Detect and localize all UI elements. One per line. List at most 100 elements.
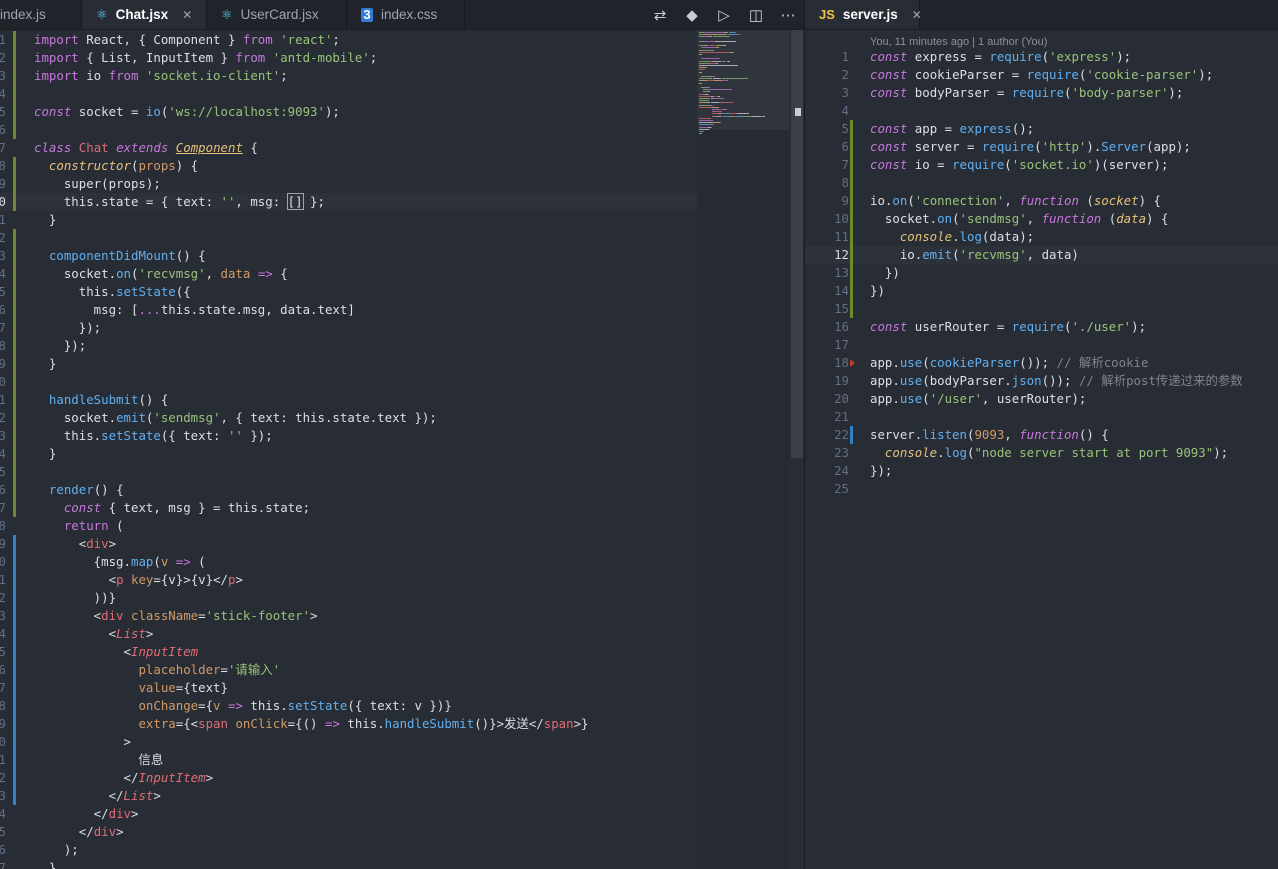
code-line[interactable]: 5 const app = express(); bbox=[805, 120, 1278, 138]
git-change-marker[interactable] bbox=[13, 49, 16, 67]
more-icon[interactable]: ⋯ bbox=[772, 6, 804, 24]
git-change-marker[interactable] bbox=[13, 175, 16, 193]
code-line[interactable]: 24}); bbox=[805, 462, 1278, 480]
git-change-marker[interactable] bbox=[850, 174, 853, 192]
minimap[interactable] bbox=[697, 30, 789, 869]
git-change-marker[interactable] bbox=[13, 283, 16, 301]
code-line[interactable]: 6 render() { bbox=[0, 481, 700, 499]
code-line[interactable]: 5 const socket = io('ws://localhost:9093'… bbox=[0, 103, 700, 121]
git-change-marker[interactable] bbox=[13, 391, 16, 409]
code-line[interactable]: 8 bbox=[805, 174, 1278, 192]
code-line[interactable]: 0 > bbox=[0, 733, 700, 751]
code-line[interactable]: 6 ); bbox=[0, 841, 700, 859]
run-icon[interactable]: ▷ bbox=[708, 6, 740, 24]
code-line[interactable]: 1 } bbox=[0, 211, 700, 229]
git-change-marker[interactable] bbox=[850, 228, 853, 246]
git-change-marker[interactable] bbox=[850, 300, 853, 318]
git-change-marker[interactable] bbox=[13, 787, 16, 805]
code-line[interactable]: 8 return ( bbox=[0, 517, 700, 535]
code-line[interactable]: 7 value={text} bbox=[0, 679, 700, 697]
git-change-marker[interactable] bbox=[13, 445, 16, 463]
code-line[interactable]: 16 const userRouter = require('./user'); bbox=[805, 318, 1278, 336]
code-area[interactable]: 1 const express = require('express'); 2 con… bbox=[805, 48, 1278, 498]
git-change-marker[interactable] bbox=[13, 625, 16, 643]
code-line[interactable]: 21 bbox=[805, 408, 1278, 426]
code-line[interactable]: 3 import io from 'socket.io-client'; bbox=[0, 67, 700, 85]
code-line[interactable]: 3 componentDidMount() { bbox=[0, 247, 700, 265]
git-change-marker[interactable] bbox=[13, 355, 16, 373]
code-line[interactable]: 12 io.emit('recvmsg', data) bbox=[805, 246, 1278, 264]
code-line[interactable]: 6 const server = require('http').Server(a… bbox=[805, 138, 1278, 156]
git-change-marker[interactable] bbox=[13, 769, 16, 787]
code-line[interactable]: 7 const io = require('socket.io')(server)… bbox=[805, 156, 1278, 174]
code-line[interactable]: 4 bbox=[0, 85, 700, 103]
vertical-scrollbar[interactable] bbox=[791, 30, 803, 458]
code-line[interactable]: 7 } bbox=[0, 859, 700, 869]
code-line[interactable]: 13 }) bbox=[805, 264, 1278, 282]
code-line[interactable]: 2 ))} bbox=[0, 589, 700, 607]
code-line[interactable]: 7 const { text, msg } = this.state; bbox=[0, 499, 700, 517]
code-line[interactable]: 22 server.listen(9093, function() { bbox=[805, 426, 1278, 444]
git-change-marker[interactable] bbox=[13, 679, 16, 697]
git-change-marker[interactable] bbox=[13, 643, 16, 661]
git-change-marker[interactable] bbox=[13, 85, 16, 103]
code-line[interactable]: 9 } bbox=[0, 355, 700, 373]
git-change-marker[interactable] bbox=[850, 264, 853, 282]
git-change-marker[interactable] bbox=[850, 210, 853, 228]
code-line[interactable]: 2 const cookieParser = require('cookie-pa… bbox=[805, 66, 1278, 84]
git-change-marker[interactable] bbox=[13, 697, 16, 715]
git-change-marker[interactable] bbox=[13, 589, 16, 607]
code-line[interactable]: 4 bbox=[805, 102, 1278, 120]
code-line[interactable]: 8 constructor(props) { bbox=[0, 157, 700, 175]
code-line[interactable]: 8 onChange={v => this.setState({ text: v… bbox=[0, 697, 700, 715]
code-line[interactable]: 5 this.setState({ bbox=[0, 283, 700, 301]
git-change-marker[interactable] bbox=[13, 715, 16, 733]
code-line[interactable]: 5 bbox=[0, 463, 700, 481]
code-line[interactable]: 18 app.use(cookieParser()); // 解析cookie bbox=[805, 354, 1278, 372]
code-line[interactable]: 9 <div> bbox=[0, 535, 700, 553]
code-line[interactable]: 11 console.log(data); bbox=[805, 228, 1278, 246]
code-line[interactable]: 1 <p key={v}>{v}</p> bbox=[0, 571, 700, 589]
code-line[interactable]: 2 </InputItem> bbox=[0, 769, 700, 787]
git-change-marker[interactable] bbox=[850, 426, 853, 444]
tab-usercard-jsx[interactable]: ⚛ UserCard.jsx bbox=[207, 0, 347, 29]
tab-server-js[interactable]: JS server.js ✕ bbox=[805, 0, 922, 29]
code-line[interactable]: 2 socket.emit('sendmsg', { text: this.st… bbox=[0, 409, 700, 427]
git-change-marker[interactable] bbox=[850, 138, 853, 156]
tab-index-css[interactable]: 3 index.css bbox=[347, 0, 465, 29]
git-change-marker[interactable] bbox=[13, 193, 16, 211]
code-line[interactable]: 4 } bbox=[0, 445, 700, 463]
code-line[interactable]: 9 io.on('connection', function (socket) { bbox=[805, 192, 1278, 210]
tab-index-js[interactable]: index.js bbox=[0, 0, 82, 29]
git-change-marker[interactable] bbox=[13, 463, 16, 481]
code-line[interactable]: 9 super(props); bbox=[0, 175, 700, 193]
git-change-marker[interactable] bbox=[850, 246, 853, 264]
code-line[interactable]: 5 </div> bbox=[0, 823, 700, 841]
code-line[interactable]: 7 class Chat extends Component { bbox=[0, 139, 700, 157]
git-change-marker[interactable] bbox=[13, 535, 16, 553]
code-line[interactable]: 0 {msg.map(v => ( bbox=[0, 553, 700, 571]
git-change-marker[interactable] bbox=[13, 319, 16, 337]
git-change-marker[interactable] bbox=[13, 121, 16, 139]
code-line[interactable]: 1 import React, { Component } from 'react… bbox=[0, 31, 700, 49]
code-line[interactable]: 14}) bbox=[805, 282, 1278, 300]
git-change-marker[interactable] bbox=[13, 265, 16, 283]
code-line[interactable]: 2 bbox=[0, 229, 700, 247]
close-icon[interactable]: ✕ bbox=[182, 8, 192, 22]
code-line[interactable]: 4 </div> bbox=[0, 805, 700, 823]
git-change-marker[interactable] bbox=[13, 499, 16, 517]
code-line[interactable]: 0 bbox=[0, 373, 700, 391]
code-area[interactable]: 1 import React, { Component } from 'react… bbox=[0, 31, 700, 869]
close-icon[interactable]: ✕ bbox=[912, 8, 922, 22]
code-line[interactable]: 15 bbox=[805, 300, 1278, 318]
code-line[interactable]: 5 <InputItem bbox=[0, 643, 700, 661]
code-line[interactable]: 6 bbox=[0, 121, 700, 139]
code-line[interactable]: 0 this.state = { text: '', msg: [] }; bbox=[0, 193, 700, 211]
git-change-marker[interactable] bbox=[850, 156, 853, 174]
code-line[interactable]: 23 console.log("node server start at por… bbox=[805, 444, 1278, 462]
code-line[interactable]: 9 extra={<span onClick={() => this.handl… bbox=[0, 715, 700, 733]
code-line[interactable]: 2 import { List, InputItem } from 'antd-m… bbox=[0, 49, 700, 67]
git-change-marker[interactable] bbox=[13, 553, 16, 571]
code-line[interactable]: 3 <div className='stick-footer'> bbox=[0, 607, 700, 625]
code-line[interactable]: 4 socket.on('recvmsg', data => { bbox=[0, 265, 700, 283]
